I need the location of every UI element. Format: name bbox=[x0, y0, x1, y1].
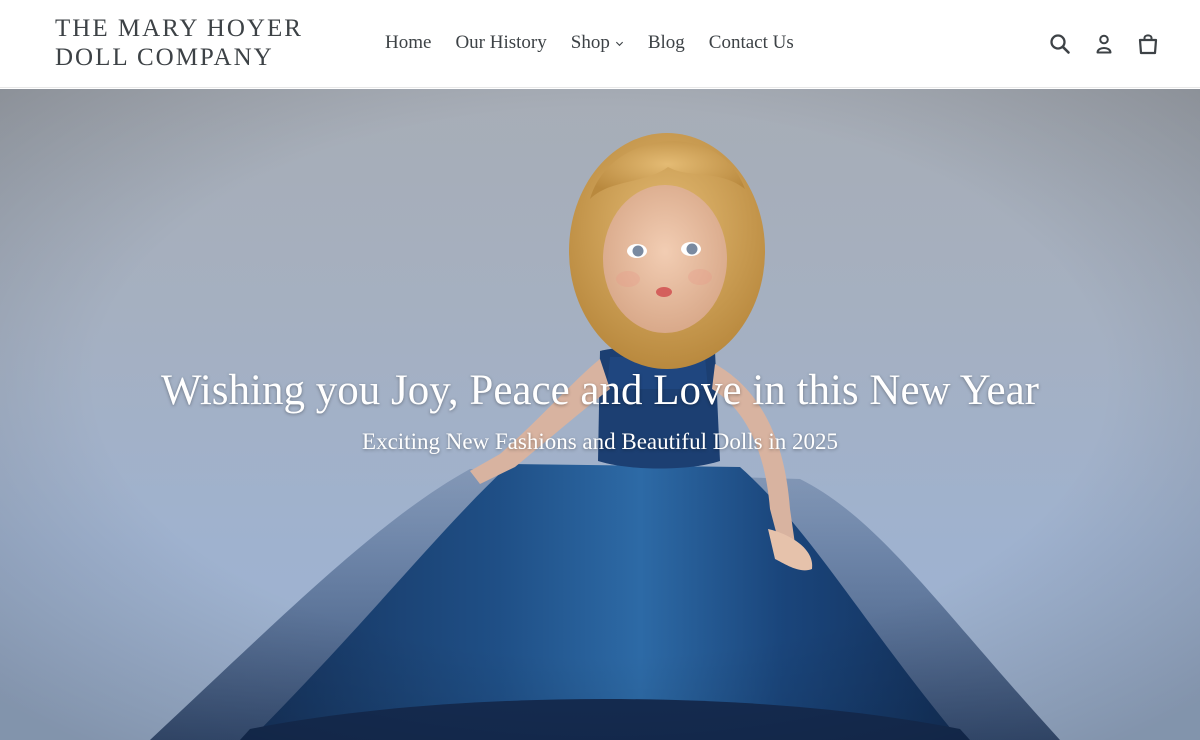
hero-subtitle: Exciting New Fashions and Beautiful Doll… bbox=[362, 429, 838, 454]
account-icon bbox=[1096, 34, 1112, 54]
cart-icon bbox=[1138, 34, 1158, 55]
nav-our-history[interactable]: Our History bbox=[443, 30, 558, 56]
nav-blog[interactable]: Blog bbox=[636, 30, 697, 56]
nav-shop[interactable]: Shop bbox=[559, 30, 636, 56]
site-header: THE MARY HOYER DOLL COMPANY Home Our His… bbox=[0, 0, 1200, 88]
chevron-down-icon bbox=[615, 41, 623, 46]
nav-shop-label: Shop bbox=[570, 32, 610, 53]
logo-line-1: THE MARY HOYER bbox=[55, 15, 303, 42]
logo-line-2: DOLL COMPANY bbox=[55, 44, 274, 71]
site-logo[interactable]: THE MARY HOYER DOLL COMPANY bbox=[55, 14, 303, 72]
header-icons bbox=[1028, 30, 1160, 58]
main-nav: Home Our History Shop Blog Contact Us bbox=[373, 30, 806, 56]
search-icon bbox=[1050, 34, 1070, 54]
nav-contact-us[interactable]: Contact Us bbox=[697, 30, 806, 56]
search-button[interactable] bbox=[1048, 30, 1072, 58]
hero-banner[interactable]: Wishing you Joy, Peace and Love in this … bbox=[0, 89, 1200, 740]
account-button[interactable] bbox=[1092, 30, 1116, 58]
cart-button[interactable] bbox=[1136, 30, 1160, 58]
nav-home[interactable]: Home bbox=[373, 30, 443, 56]
hero-title: Wishing you Joy, Peace and Love in this … bbox=[160, 367, 1040, 414]
